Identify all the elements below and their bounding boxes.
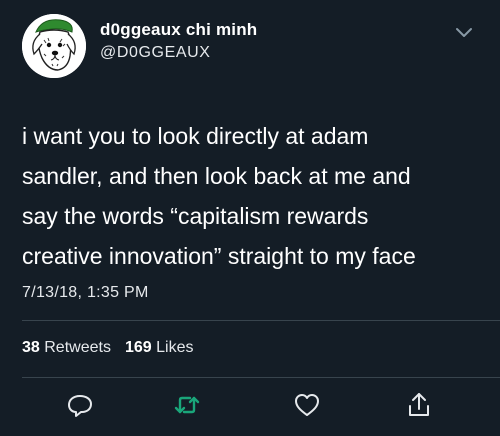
likes-label: Likes (156, 339, 194, 356)
likes-count: 169 (124, 339, 152, 356)
tweet-stats: 38 Retweets 169 Likes (22, 339, 193, 357)
share-icon (409, 393, 429, 416)
display-name[interactable]: d0ggeaux chi minh (100, 20, 257, 40)
retweets-stat[interactable]: 38 Retweets (22, 339, 111, 356)
retweet-button[interactable] (172, 390, 202, 420)
tweet-actions (0, 390, 500, 424)
chevron-down-icon[interactable] (455, 26, 473, 38)
reply-button[interactable] (65, 390, 95, 420)
dog-avatar-icon (22, 14, 86, 78)
divider (22, 377, 500, 378)
like-button[interactable] (292, 390, 322, 420)
tweet-text: i want you to look directly at adam sand… (22, 123, 416, 269)
retweets-count: 38 (22, 339, 40, 356)
avatar[interactable] (22, 14, 86, 78)
user-handle[interactable]: @D0GGEAUX (100, 44, 211, 62)
tweet-timestamp[interactable]: 7/13/18, 1:35 PM (22, 284, 149, 302)
likes-stat[interactable]: 169 Likes (125, 339, 194, 356)
heart-icon (295, 394, 319, 416)
tweet-card: d0ggeaux chi minh @D0GGEAUX i want you t… (0, 0, 500, 436)
reply-icon (68, 395, 92, 417)
divider (22, 320, 500, 321)
share-button[interactable] (404, 390, 434, 420)
retweet-icon (174, 396, 200, 414)
retweets-label: Retweets (44, 339, 111, 356)
